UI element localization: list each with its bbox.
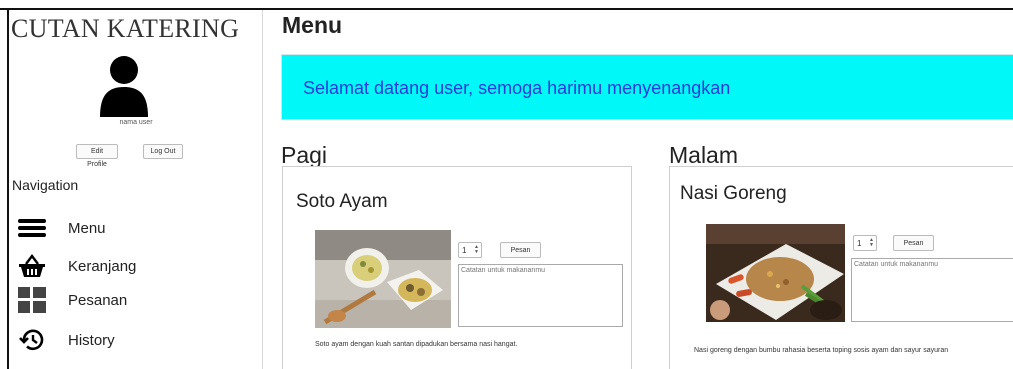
user-avatar-icon <box>100 56 148 117</box>
page-title: Menu <box>282 12 343 38</box>
brand-title: CUTAN KATERING <box>11 14 240 43</box>
food-description: Soto ayam dengan kuah santan dipadukan b… <box>315 341 518 348</box>
main-content: Menu Selamat datang user, semoga harimu … <box>264 10 1013 369</box>
sidebar-item-history[interactable]: History <box>17 326 257 354</box>
sidebar-item-label: Menu <box>68 219 106 237</box>
food-image-soto-ayam <box>315 230 451 328</box>
food-image-nasi-goreng <box>706 224 845 322</box>
hamburger-icon <box>17 215 47 241</box>
card-title: Nasi Goreng <box>680 183 787 204</box>
quantity-stepper[interactable]: 1 ▲ ▼ <box>458 242 482 258</box>
sidebar-item-pesanan[interactable]: Pesanan <box>17 286 257 314</box>
sidebar: CUTAN KATERING nama user Edit Profile Lo… <box>9 10 263 369</box>
welcome-text: Selamat datang user, semoga harimu menye… <box>303 78 731 98</box>
sidebar-item-label: History <box>68 331 115 349</box>
nav-heading: Navigation <box>12 177 79 193</box>
notes-field[interactable] <box>851 258 1013 322</box>
avatar <box>98 55 150 117</box>
stepper-arrows-icon: ▲ ▼ <box>474 244 479 255</box>
menu-card-soto-ayam: Soto Ayam 1 ▲ ▼ Pesan Catatan untuk maka… <box>282 166 632 369</box>
sidebar-item-menu[interactable]: Menu <box>17 214 257 242</box>
basket-icon <box>17 253 47 279</box>
food-description: Nasi goreng dengan bumbu rahasia beserta… <box>694 347 949 354</box>
quantity-stepper[interactable]: 1 ▲ ▼ <box>853 235 877 251</box>
sidebar-item-keranjang[interactable]: Keranjang <box>17 252 257 280</box>
order-button[interactable]: Pesan <box>500 242 541 258</box>
notes-field[interactable] <box>458 264 623 327</box>
top-margin <box>0 0 1013 8</box>
sidebar-item-label: Pesanan <box>68 291 128 309</box>
edit-profile-button[interactable]: Edit Profile <box>76 144 118 168</box>
section-title-pagi: Pagi <box>281 142 328 168</box>
quantity-value: 1 <box>462 245 467 255</box>
card-title: Soto Ayam <box>296 191 388 212</box>
welcome-banner: Selamat datang user, semoga harimu menye… <box>281 54 1013 120</box>
order-button[interactable]: Pesan <box>893 235 934 251</box>
sidebar-item-label: Keranjang <box>68 257 137 275</box>
menu-card-nasi-goreng: Nasi Goreng 1 ▲ ▼ Pesan Catatan untuk ma… <box>669 166 1013 369</box>
stepper-arrows-icon: ▲ ▼ <box>869 237 874 248</box>
section-title-malam: Malam <box>669 142 739 168</box>
logout-button[interactable]: Log Out <box>143 144 183 159</box>
history-icon <box>17 327 47 353</box>
grid-icon <box>17 287 47 313</box>
user-name: nama user <box>119 119 153 126</box>
quantity-value: 1 <box>857 238 862 248</box>
